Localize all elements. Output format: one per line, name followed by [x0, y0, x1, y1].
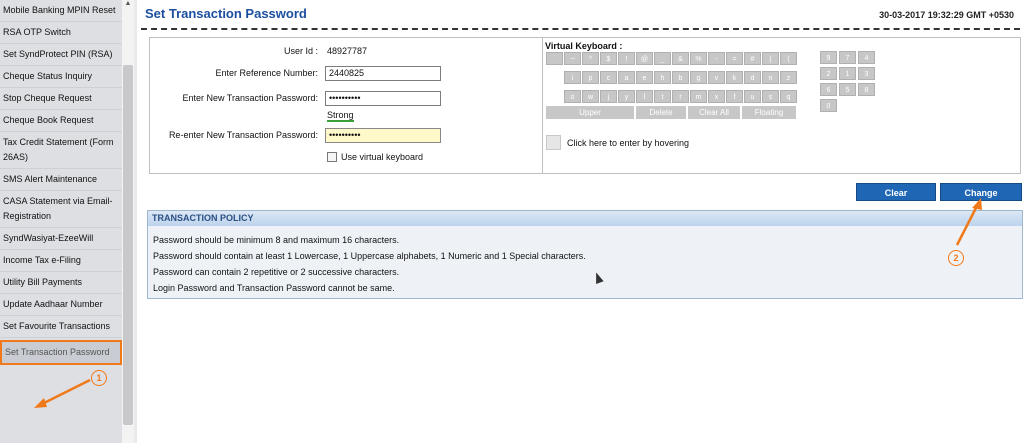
annotation-arrow-1 — [39, 378, 91, 407]
annotation-arrowhead-1 — [34, 398, 47, 408]
annotation-marker-1: 1 — [91, 370, 107, 386]
annotation-overlay — [34, 198, 982, 408]
annotation-marker-2: 2 — [948, 250, 964, 266]
annotation-arrowhead-2 — [972, 198, 982, 210]
annotation-arrow-2 — [955, 203, 980, 246]
